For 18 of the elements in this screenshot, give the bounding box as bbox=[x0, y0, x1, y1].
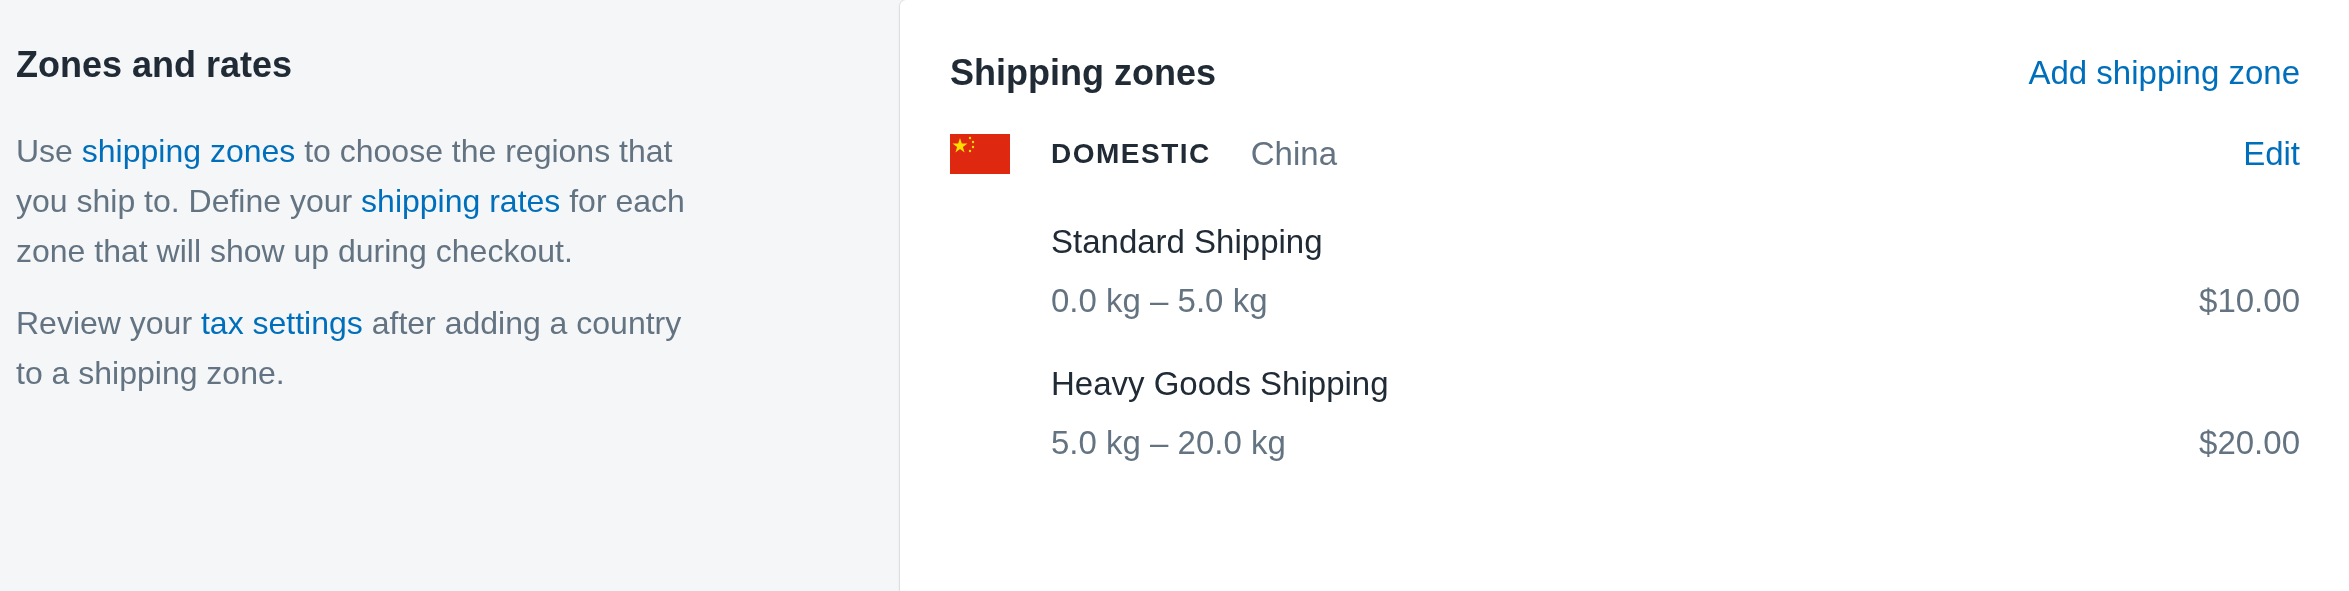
rate-range: 0.0 kg – 5.0 kg bbox=[1051, 281, 1268, 321]
rate-name: Heavy Goods Shipping bbox=[1051, 365, 1389, 402]
text-link[interactable]: shipping zones bbox=[81, 133, 296, 169]
rate-range: 5.0 kg – 20.0 kg bbox=[1051, 423, 1286, 463]
zone-countries: China bbox=[1250, 135, 1338, 173]
description-text: Review your tax settings after adding a country to a shipping zone. bbox=[16, 304, 683, 393]
rate-name: Standard Shipping bbox=[1051, 223, 1323, 260]
zone-name: DOMESTIC bbox=[1051, 138, 1211, 170]
section-title: Zones and rates bbox=[16, 44, 294, 86]
text-link[interactable]: shipping rates bbox=[361, 183, 561, 219]
text-link[interactable]: tax settings bbox=[200, 305, 363, 341]
description-text: Use shipping zones to choose the regions that you ship to. Define your shipping rates for each zone that will show up during checkout. bbox=[16, 132, 686, 271]
card-title: Shipping zones bbox=[950, 52, 1216, 94]
rate-price: $10.00 bbox=[2199, 281, 2300, 321]
rate-price: $20.00 bbox=[2199, 423, 2300, 463]
edit-link[interactable]: Edit bbox=[2243, 135, 2300, 173]
flag-icon bbox=[950, 134, 1010, 174]
add-zone-link[interactable]: Add shipping zone bbox=[2028, 54, 2300, 92]
